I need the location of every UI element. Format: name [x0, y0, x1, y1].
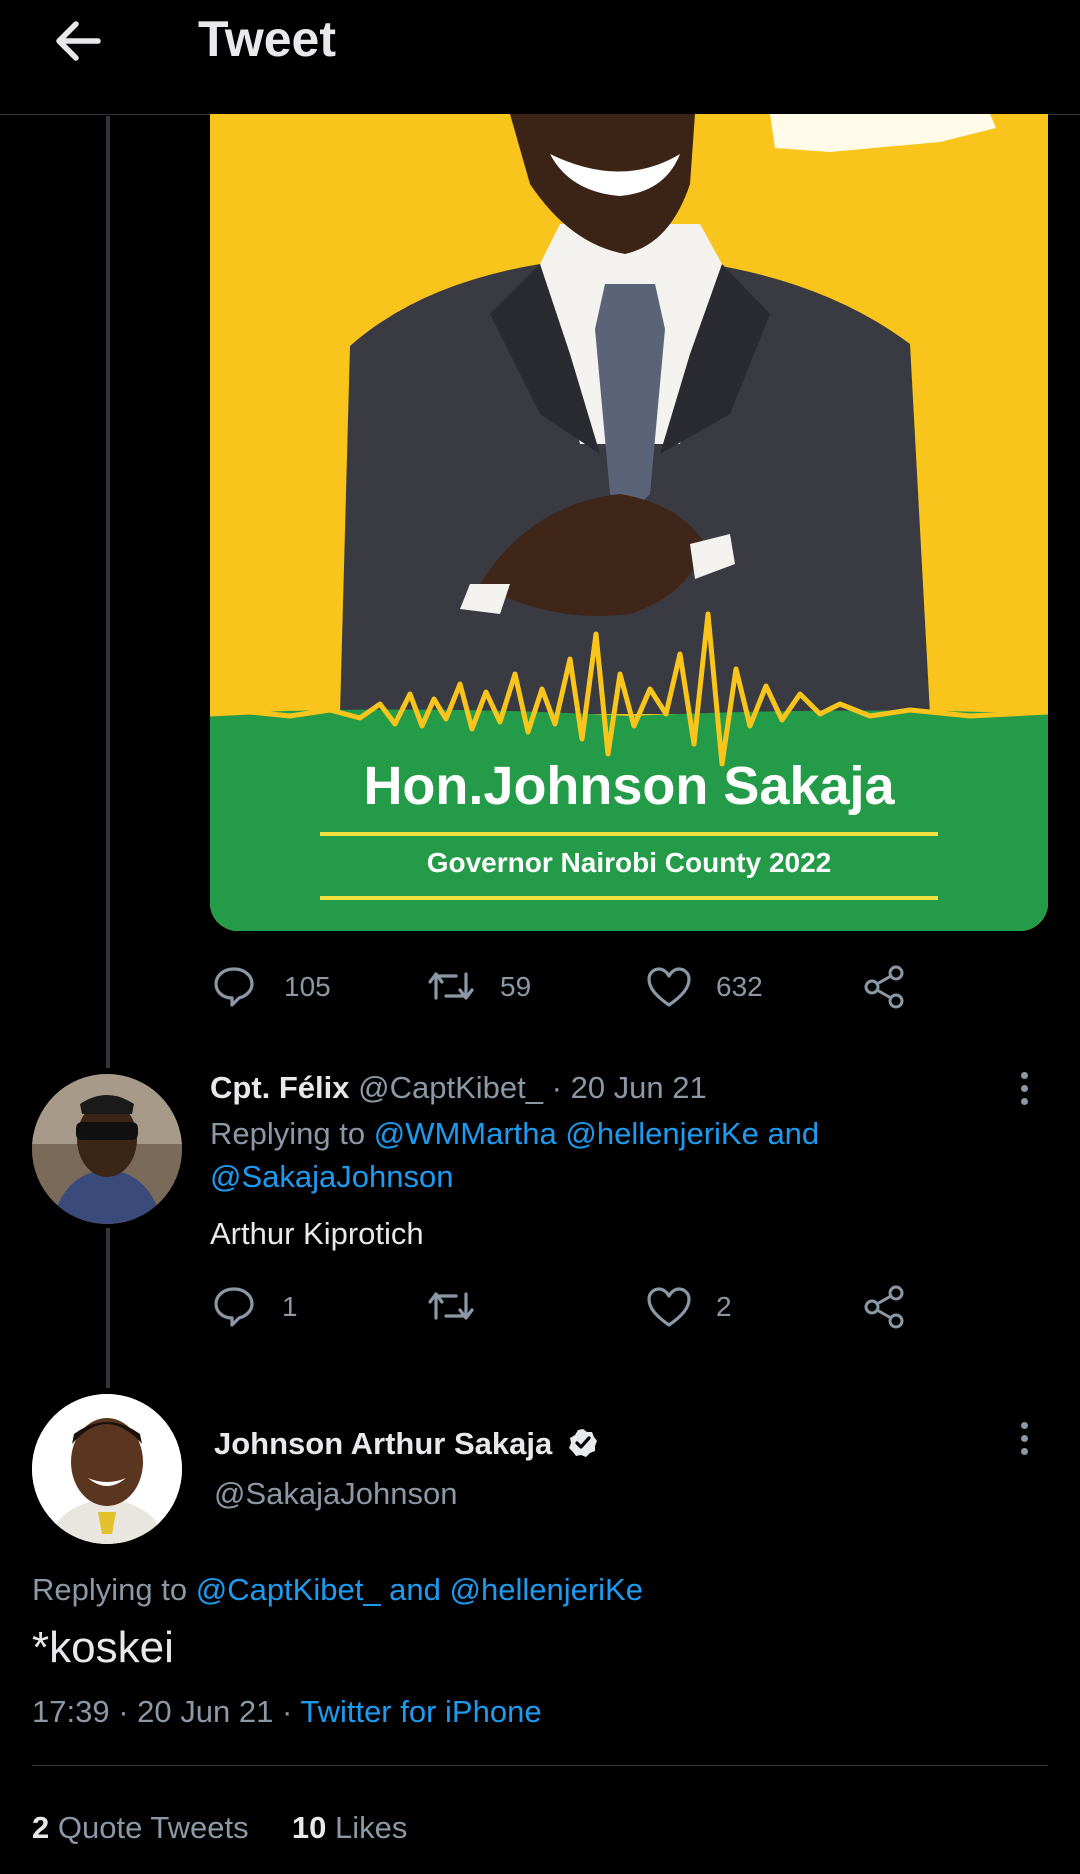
tweet-media-image[interactable]: Hon.Johnson Sakaja Governor Nairobi Coun…: [210, 114, 1048, 931]
quote-label: Quote Tweets: [57, 1810, 249, 1845]
focus-meta: 17:39 · 20 Jun 21 · Twitter for iPhone: [32, 1690, 542, 1734]
more-options-icon[interactable]: [1021, 1072, 1031, 1111]
reply-separator: ·: [551, 1070, 562, 1105]
meta-separator: ·: [118, 1694, 129, 1729]
avatar[interactable]: [32, 1394, 182, 1544]
focus-display-name[interactable]: Johnson Arthur Sakaja: [214, 1426, 552, 1461]
focus-replying-to: Replying to @CaptKibet_ and @hellenjeriK…: [32, 1568, 643, 1612]
reply-count: 105: [284, 971, 331, 1002]
like-icon[interactable]: [646, 1286, 692, 1333]
top-bar: Tweet: [0, 0, 1080, 115]
replying-to-label: Replying to: [210, 1116, 366, 1151]
share-icon[interactable]: [862, 964, 908, 1015]
avatar[interactable]: [32, 1074, 182, 1224]
reply-display-name[interactable]: Cpt. Félix: [210, 1070, 350, 1105]
back-arrow-icon[interactable]: [48, 10, 110, 72]
main-tweet-action-bar: 105 59 632: [210, 960, 950, 1010]
page-title: Tweet: [198, 11, 336, 67]
thread-line: [106, 1228, 110, 1388]
replying-to-links[interactable]: @WMMartha @hellenjeriKe and: [374, 1116, 819, 1151]
share-icon[interactable]: [862, 1284, 908, 1335]
reply-handle[interactable]: @CaptKibet_: [358, 1070, 543, 1105]
focus-handle[interactable]: @SakajaJohnson: [214, 1472, 457, 1516]
engagement-stats: 2 Quote Tweets 10 Likes: [32, 1806, 407, 1850]
poster-subtitle-text: Governor Nairobi County 2022: [427, 847, 832, 878]
retweet-count: 59: [500, 971, 532, 1002]
tweet-time[interactable]: 17:39: [32, 1694, 110, 1729]
like-count: 10: [291, 1810, 327, 1845]
like-count: 2: [716, 1291, 732, 1322]
quote-count: 2: [32, 1810, 50, 1845]
thread-line: [106, 116, 110, 1068]
reply-replying-to: Replying to @WMMartha @hellenjeriKe and …: [210, 1112, 819, 1198]
reply-icon[interactable]: [212, 964, 256, 1013]
focus-tweet-text: *koskei: [32, 1623, 174, 1672]
tweet-source-link[interactable]: Twitter for iPhone: [300, 1694, 541, 1729]
reply-count: 1: [282, 1291, 298, 1322]
reply-action-bar: 1 2: [210, 1280, 950, 1330]
reply-icon[interactable]: [212, 1284, 256, 1333]
divider: [32, 1765, 1048, 1766]
retweet-icon[interactable]: [426, 1286, 476, 1331]
like-count: 632: [716, 971, 763, 1002]
like-icon[interactable]: [646, 966, 692, 1013]
reply-text: Arthur Kiprotich: [210, 1216, 424, 1251]
reply-header: Cpt. Félix @CaptKibet_ · 20 Jun 21: [210, 1066, 707, 1110]
more-options-icon[interactable]: [1021, 1422, 1031, 1461]
replying-to-links[interactable]: @CaptKibet_ and @hellenjeriKe: [196, 1572, 643, 1607]
retweet-icon[interactable]: [426, 966, 476, 1011]
quote-tweets-stat[interactable]: 2 Quote Tweets: [32, 1810, 257, 1845]
poster-name-text: Hon.Johnson Sakaja: [363, 756, 895, 816]
likes-stat[interactable]: 10 Likes: [292, 1810, 407, 1845]
tweet-date[interactable]: 20 Jun 21: [137, 1694, 273, 1729]
meta-separator: ·: [281, 1694, 293, 1729]
replying-to-link[interactable]: @SakajaJohnson: [210, 1155, 819, 1198]
replying-to-label: Replying to: [32, 1572, 188, 1607]
reply-date[interactable]: 20 Jun 21: [571, 1070, 707, 1105]
like-label: Likes: [334, 1810, 408, 1845]
verified-badge-icon: [567, 1427, 599, 1471]
focus-author: Johnson Arthur Sakaja: [214, 1422, 599, 1471]
